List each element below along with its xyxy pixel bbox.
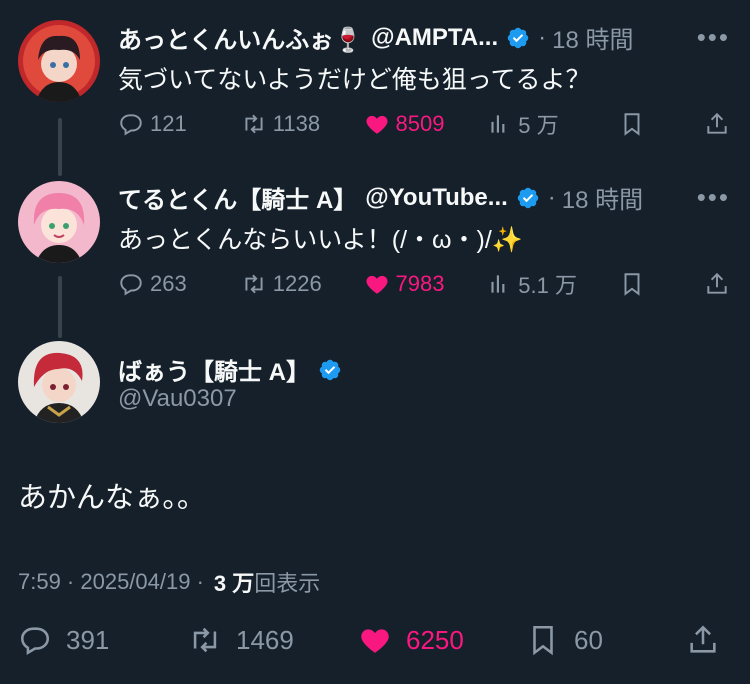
like-button[interactable]: 6250 bbox=[358, 623, 526, 657]
retweet-count: 1469 bbox=[236, 624, 294, 655]
more-icon[interactable]: ••• bbox=[697, 182, 730, 213]
verified-badge-icon bbox=[319, 359, 341, 380]
bookmark-button[interactable]: 60 bbox=[526, 623, 686, 657]
bookmark-count: 60 bbox=[574, 624, 603, 655]
retweet-button[interactable]: 1138 bbox=[241, 111, 364, 137]
user-handle[interactable]: @AMPTA... bbox=[371, 24, 498, 52]
separator-dot: · bbox=[547, 183, 556, 211]
timestamp[interactable]: 18 時間 bbox=[562, 180, 643, 215]
like-button[interactable]: 8509 bbox=[364, 111, 487, 137]
share-button[interactable] bbox=[686, 623, 720, 657]
retweet-icon bbox=[245, 274, 263, 294]
bookmark-button[interactable] bbox=[619, 271, 704, 297]
heart-icon bbox=[365, 115, 388, 134]
views-button[interactable]: 5 万 bbox=[486, 108, 619, 140]
view-count: 5.1 万 bbox=[518, 273, 577, 298]
timestamp[interactable]: 18 時間 bbox=[552, 20, 633, 55]
like-count: 6250 bbox=[406, 624, 464, 655]
user-handle[interactable]: @Vau0307 bbox=[118, 385, 237, 413]
retweet-icon bbox=[245, 114, 263, 134]
views-button[interactable]: 5.1 万 bbox=[486, 268, 619, 300]
reply-icon bbox=[120, 274, 142, 296]
heart-icon bbox=[365, 275, 388, 294]
display-name[interactable]: ばぁう【騎士 A】 bbox=[118, 352, 310, 387]
avatar[interactable] bbox=[18, 341, 100, 423]
thread-line bbox=[58, 276, 62, 338]
share-icon bbox=[707, 112, 727, 134]
tweet-text: あっとくんならいいよ！(/・ω・)/✨ bbox=[118, 226, 523, 254]
retweet-button[interactable]: 1469 bbox=[188, 623, 358, 657]
view-count: 3 万 bbox=[213, 571, 255, 596]
display-name[interactable]: てるとくん【騎士 A】 bbox=[118, 180, 357, 215]
bookmark-icon bbox=[533, 625, 553, 656]
heart-icon bbox=[361, 629, 389, 653]
reply-button[interactable]: 121 bbox=[118, 111, 241, 137]
reply-count: 121 bbox=[150, 111, 187, 136]
reply-icon bbox=[20, 627, 50, 656]
verified-badge-icon bbox=[517, 187, 539, 208]
retweet-count: 1138 bbox=[272, 111, 321, 136]
bookmark-icon bbox=[624, 273, 640, 296]
separator-dot: · bbox=[538, 23, 547, 51]
retweet-button[interactable]: 1226 bbox=[241, 271, 364, 297]
bookmark-button[interactable] bbox=[619, 111, 704, 137]
retweet-count: 1226 bbox=[272, 271, 322, 296]
display-name[interactable]: あっとくんいんふぉ🍷 bbox=[118, 20, 363, 55]
like-button[interactable]: 7983 bbox=[364, 271, 487, 297]
view-count: 5 万 bbox=[518, 113, 559, 138]
more-icon[interactable]: ••• bbox=[697, 22, 730, 53]
share-button[interactable] bbox=[704, 111, 730, 137]
thread-line bbox=[58, 118, 62, 176]
share-button[interactable] bbox=[704, 271, 730, 297]
reply-button[interactable]: 263 bbox=[118, 271, 241, 297]
bookmark-icon bbox=[624, 113, 640, 136]
reply-count: 391 bbox=[66, 624, 110, 655]
views-icon bbox=[491, 115, 505, 133]
avatar[interactable] bbox=[18, 181, 100, 263]
like-count: 7983 bbox=[395, 271, 445, 296]
avatar[interactable] bbox=[18, 20, 100, 102]
reply-count: 263 bbox=[150, 271, 187, 296]
user-handle[interactable]: @YouTube... bbox=[365, 184, 508, 212]
views-label: 回表示 bbox=[254, 571, 321, 596]
reply-button[interactable]: 391 bbox=[18, 623, 188, 657]
tweet-timestamp[interactable]: 7:59 · 2025/04/19 · bbox=[18, 569, 204, 595]
verified-badge-icon bbox=[507, 27, 529, 48]
retweet-icon bbox=[193, 627, 217, 653]
share-icon bbox=[707, 272, 727, 294]
tweet-text: 気づいてないようだけど俺も狙ってるよ？ bbox=[118, 66, 591, 94]
views-icon bbox=[491, 275, 505, 293]
like-count: 8509 bbox=[395, 111, 445, 136]
reply-icon bbox=[120, 114, 142, 136]
share-icon bbox=[690, 625, 716, 653]
tweet-text: あかんなぁ。。 bbox=[18, 482, 206, 514]
